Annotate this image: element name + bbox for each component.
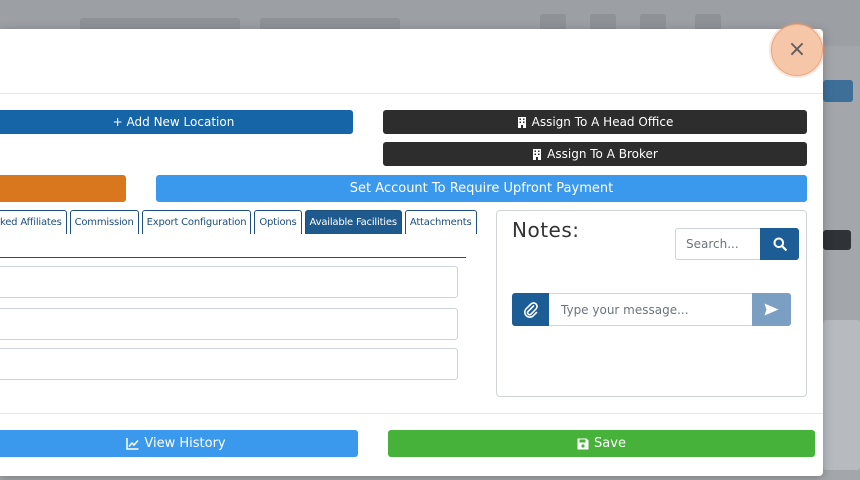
note-message-input[interactable] [549, 293, 753, 326]
save-button[interactable]: Save [388, 430, 815, 457]
require-upfront-payment-button[interactable]: Set Account To Require Upfront Payment [156, 175, 807, 202]
add-new-location-button[interactable]: + Add New Location [0, 110, 353, 134]
background-button [823, 80, 853, 102]
assign-head-office-label: Assign To A Head Office [531, 115, 674, 129]
assign-broker-label: Assign To A Broker [547, 147, 658, 161]
background-button [823, 230, 851, 250]
search-icon [773, 237, 787, 251]
tab-label: Available Facilities [309, 217, 398, 228]
facility-field-1[interactable] [0, 266, 458, 298]
tab-attachments[interactable]: Attachments [404, 210, 477, 234]
modal-header [0, 29, 823, 94]
notes-search-button[interactable] [760, 228, 799, 260]
tab-bar: ked Affiliates Commission Export Configu… [0, 210, 477, 234]
orange-action-button[interactable] [0, 175, 126, 202]
tab-label: Commission [74, 217, 134, 228]
tab-divider [0, 257, 466, 258]
tab-label: Options [259, 217, 297, 228]
require-upfront-payment-label: Set Account To Require Upfront Payment [349, 181, 614, 196]
assign-head-office-button[interactable]: Assign To A Head Office [383, 110, 807, 134]
tab-linked-affiliates[interactable]: ked Affiliates [0, 210, 67, 234]
notes-search-input[interactable] [675, 228, 761, 260]
notes-title: Notes: [512, 218, 580, 242]
send-note-button[interactable] [752, 293, 791, 326]
line-chart-icon [126, 437, 139, 450]
assign-broker-button[interactable]: Assign To A Broker [383, 142, 807, 166]
save-label: Save [594, 436, 626, 451]
tab-commission[interactable]: Commission [69, 210, 139, 234]
attach-file-button[interactable] [512, 293, 549, 326]
building-icon [533, 148, 542, 160]
tab-label: Attachments [409, 217, 472, 228]
send-icon [764, 303, 779, 316]
tab-options[interactable]: Options [254, 210, 302, 234]
building-icon [517, 116, 526, 128]
paperclip-icon [523, 301, 538, 318]
facility-field-3[interactable] [0, 348, 458, 380]
floppy-disk-icon [577, 438, 589, 449]
account-modal: × + Add New Location Assign To A Head Of… [0, 24, 823, 476]
add-new-location-label: + Add New Location [112, 115, 235, 129]
close-icon: × [787, 37, 807, 62]
view-history-button[interactable]: View History [0, 430, 358, 457]
tab-available-facilities[interactable]: Available Facilities [304, 210, 402, 234]
modal-footer-divider [0, 413, 823, 414]
tab-export-configuration[interactable]: Export Configuration [141, 210, 252, 234]
facility-field-2[interactable] [0, 308, 458, 340]
tab-label: ked Affiliates [0, 217, 62, 228]
view-history-label: View History [144, 436, 226, 451]
close-button[interactable]: × [771, 24, 823, 76]
background-panel [823, 320, 860, 470]
notes-panel: Notes: [496, 210, 807, 397]
tab-label: Export Configuration [146, 217, 247, 228]
